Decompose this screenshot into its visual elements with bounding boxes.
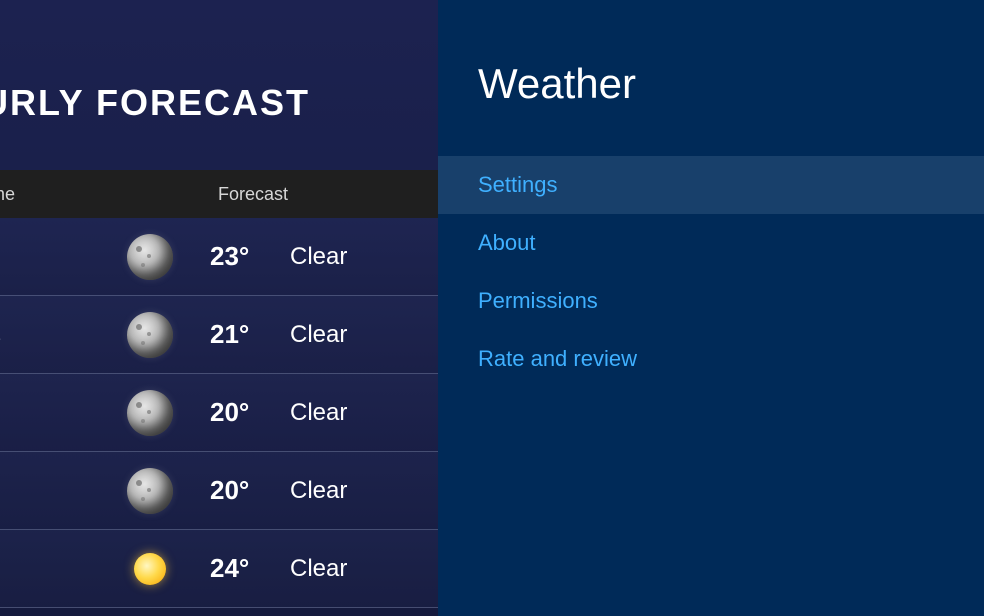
settings-menu: Settings About Permissions Rate and revi… <box>438 156 984 388</box>
forecast-table-header: me Forecast <box>0 170 438 218</box>
weather-icon-cell <box>90 234 210 280</box>
moon-icon <box>127 234 173 280</box>
settings-item-label: Permissions <box>478 288 598 314</box>
weather-icon-cell <box>90 390 210 436</box>
settings-item-label: Settings <box>478 172 558 198</box>
forecast-panel: URLY FORECAST me Forecast 23° Clear 2 21… <box>0 0 438 616</box>
settings-item-label: About <box>478 230 536 256</box>
column-header-forecast: Forecast <box>218 184 288 205</box>
forecast-row: 20° Clear <box>0 452 438 530</box>
settings-item-about[interactable]: About <box>438 214 984 272</box>
settings-panel-title: Weather <box>438 0 984 108</box>
weather-icon-cell <box>90 546 210 592</box>
forecast-row: 24° Clear <box>0 530 438 608</box>
settings-item-permissions[interactable]: Permissions <box>438 272 984 330</box>
weather-icon-cell <box>90 468 210 514</box>
time-cell: 2 <box>0 323 90 346</box>
forecast-rows: 23° Clear 2 21° Clear 20° Clear 20° <box>0 218 438 608</box>
condition-label: Clear <box>290 555 347 583</box>
sun-icon <box>127 546 173 592</box>
moon-icon <box>127 468 173 514</box>
settings-item-settings[interactable]: Settings <box>438 156 984 214</box>
forecast-row: 23° Clear <box>0 218 438 296</box>
moon-icon <box>127 312 173 358</box>
forecast-heading: URLY FORECAST <box>0 0 438 124</box>
condition-label: Clear <box>290 243 347 271</box>
condition-label: Clear <box>290 477 347 505</box>
temperature-value: 20° <box>210 397 290 428</box>
condition-label: Clear <box>290 321 347 349</box>
settings-charm-panel: Weather Settings About Permissions Rate … <box>438 0 984 616</box>
temperature-value: 21° <box>210 319 290 350</box>
forecast-row: 20° Clear <box>0 374 438 452</box>
weather-icon-cell <box>90 312 210 358</box>
settings-item-label: Rate and review <box>478 346 637 372</box>
condition-label: Clear <box>290 399 347 427</box>
settings-item-rate-review[interactable]: Rate and review <box>438 330 984 388</box>
temperature-value: 20° <box>210 475 290 506</box>
moon-icon <box>127 390 173 436</box>
temperature-value: 23° <box>210 241 290 272</box>
column-header-time: me <box>0 184 110 205</box>
temperature-value: 24° <box>210 553 290 584</box>
forecast-row: 2 21° Clear <box>0 296 438 374</box>
